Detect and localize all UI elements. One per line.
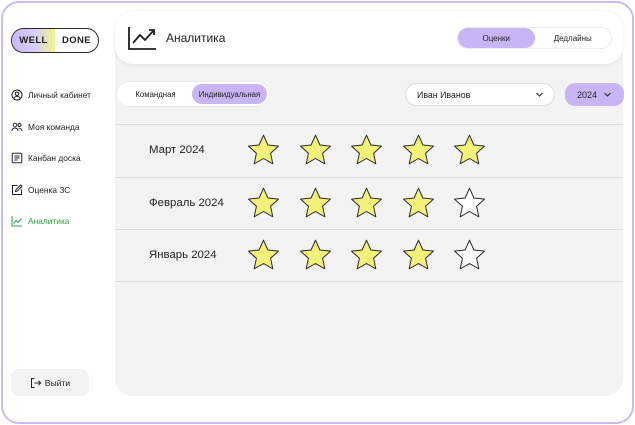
sidebar-item-label: Моя команда <box>28 121 80 132</box>
logout-icon <box>30 377 42 389</box>
star-rating <box>245 185 503 222</box>
user-select-value: Иван Иванов <box>417 89 471 100</box>
chevron-down-icon <box>535 90 544 99</box>
sidebar-item-analytics[interactable]: Аналитика <box>11 212 107 230</box>
star-filled-icon <box>297 237 334 274</box>
rating-row: Январь 2024 <box>115 229 623 282</box>
logout-label: Выйти <box>44 377 71 388</box>
star-filled-icon <box>348 185 385 222</box>
sidebar-item-profile[interactable]: Личный кабинет <box>11 86 107 104</box>
tab-ratings[interactable]: Оценки <box>458 28 535 48</box>
sidebar-item-team[interactable]: Моя команда <box>11 118 107 136</box>
logo[interactable]: WELL DONE <box>11 28 99 53</box>
sidebar-item-kanban[interactable]: Канбан доска <box>11 149 107 167</box>
team-icon <box>11 121 23 133</box>
star-filled-icon <box>245 132 282 169</box>
user-select[interactable]: Иван Иванов <box>405 83 555 106</box>
tab-deadlines[interactable]: Дедлайны <box>535 28 612 48</box>
logo-done: DONE <box>61 35 92 46</box>
kanban-icon <box>11 152 23 164</box>
rating-month: Январь 2024 <box>149 249 217 261</box>
main-panel: Аналитика Оценки Дедлайны Командная Инди… <box>115 11 624 396</box>
rating-month: Март 2024 <box>149 144 205 156</box>
user-circle-icon <box>11 89 23 101</box>
rating-month: Февраль 2024 <box>149 196 224 209</box>
sidebar-item-label: Аналитика <box>28 216 70 226</box>
star-empty-icon <box>451 237 488 274</box>
star-rating <box>245 132 503 169</box>
star-filled-icon <box>400 185 437 222</box>
tab-team-mode[interactable]: Командная <box>119 84 192 104</box>
view-tabs: Оценки Дедлайны <box>457 27 612 49</box>
star-filled-icon <box>400 237 437 274</box>
star-filled-icon <box>245 185 282 222</box>
chevron-down-icon <box>603 90 612 99</box>
sidebar-item-label: Оценка ЗС <box>28 184 71 195</box>
logo-well: WELL <box>12 29 55 52</box>
tab-individual-mode[interactable]: Индивидуальная <box>192 84 267 104</box>
sidebar-item-evaluation[interactable]: Оценка ЗС <box>11 181 107 199</box>
chart-icon <box>128 26 157 50</box>
logout-button[interactable]: Выйти <box>11 369 89 396</box>
star-filled-icon <box>297 132 334 169</box>
mode-toggle: Командная Индивидуальная <box>117 82 269 106</box>
year-select[interactable]: 2024 <box>565 83 624 106</box>
star-filled-icon <box>245 237 282 274</box>
edit-icon <box>11 183 23 196</box>
star-filled-icon <box>348 237 385 274</box>
sidebar-item-label: Канбан доска <box>28 153 81 163</box>
chart-icon <box>11 215 23 227</box>
star-filled-icon <box>348 132 385 169</box>
star-filled-icon <box>297 185 334 222</box>
sidebar-item-label: Личный кабинет <box>28 90 92 100</box>
star-empty-icon <box>451 185 488 222</box>
star-filled-icon <box>400 132 437 169</box>
year-select-value: 2024 <box>576 89 598 100</box>
page-title: Аналитика <box>166 31 226 45</box>
rating-row: Март 2024 <box>115 124 623 177</box>
header: Аналитика Оценки Дедлайны <box>115 11 623 64</box>
star-rating <box>245 237 503 274</box>
sidebar-nav: Личный кабинет Моя команда Канбан доска … <box>11 86 107 244</box>
rating-row: Февраль 2024 <box>115 176 623 230</box>
ratings-list: Март 2024 Февраль 2024 Январь 2024 <box>115 124 623 282</box>
star-filled-icon <box>451 132 488 169</box>
